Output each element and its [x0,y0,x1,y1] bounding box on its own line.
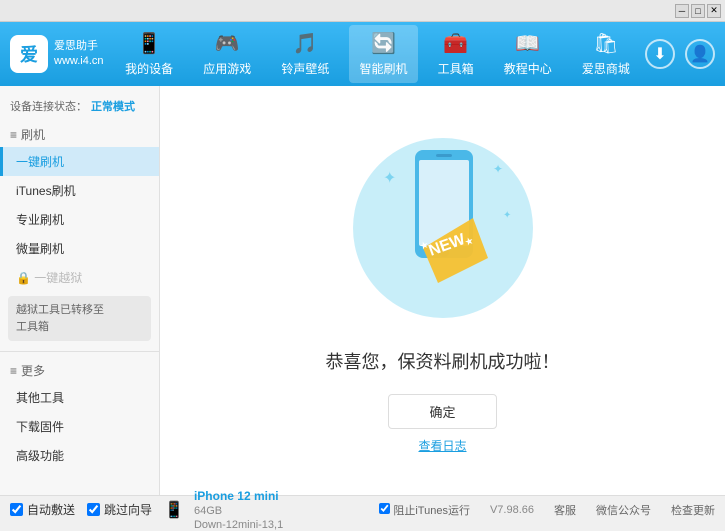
sparkle-left: ✦ [383,170,396,187]
device-details: iPhone 12 mini 64GB Down-12mini-13,1 [194,489,283,531]
version-text: V7.98.66 [490,504,534,516]
store-icon: 🛍 [593,31,618,56]
jailbreak-notice: 越狱工具已转移至工具箱 [8,296,151,341]
device-info: 📱 iPhone 12 mini 64GB Down-12mini-13,1 [164,489,283,531]
wechat-link[interactable]: 微信公众号 [596,502,651,518]
download-button[interactable]: ⬇ [645,39,675,69]
content-area: ✦ ✦ ✦ NEW ★ ★ 恭喜您，保资料刷机成功啦！ 确定 查看日志 [160,86,725,495]
logo-text: 爱思助手 www.i4.cn [54,39,104,70]
nav-my-device[interactable]: 📱 我的设备 [115,25,183,83]
support-link[interactable]: 客服 [554,502,576,518]
nav-ringtones[interactable]: 🎵 铃声壁纸 [271,25,339,83]
section-more: ≡ 更多 [0,358,159,383]
sidebar-item-pro-flash[interactable]: 专业刷机 [0,205,159,234]
auto-send-input[interactable] [10,503,23,516]
phone-small-icon: 📱 [164,500,184,520]
sidebar-item-other-tools[interactable]: 其他工具 [0,383,159,412]
ringtones-icon: 🎵 [293,31,318,56]
bottom-left: 自动敷送 跳过向导 📱 iPhone 12 mini 64GB Down-12m… [10,489,283,531]
auto-send-checkbox[interactable]: 自动敷送 [10,501,75,518]
sidebar-item-itunes-flash[interactable]: iTunes刷机 [0,176,159,205]
tools-icon: 🧰 [443,31,468,56]
nav-apps-games[interactable]: 🎮 应用游戏 [193,25,261,83]
phone-svg: ✦ ✦ ✦ NEW ★ ★ [343,128,543,328]
check-update-link[interactable]: 检查更新 [671,502,715,518]
sparkle-right: ✦ [493,162,503,176]
nav-bar: 📱 我的设备 🎮 应用游戏 🎵 铃声壁纸 🔄 智能刷机 🧰 工具箱 📖 教程中心… [110,25,645,83]
main-area: 设备连接状态： 正常模式 ≡ 刷机 一键刷机 iTunes刷机 专业刷机 微量刷… [0,86,725,495]
confirm-button[interactable]: 确定 [388,394,496,429]
nav-store[interactable]: 🛍 爱思商城 [572,25,640,83]
device-icon: 📱 [137,31,162,56]
phone-illustration: ✦ ✦ ✦ NEW ★ ★ [343,128,543,328]
nav-tutorials[interactable]: 📖 教程中心 [494,25,562,83]
via-wizard-checkbox[interactable]: 跳过向导 [87,501,152,518]
itunes-status: 阻止iTunes运行 [379,502,470,518]
lock-icon: 🔒 [16,271,31,285]
user-button[interactable]: 👤 [685,39,715,69]
sparkle-right2: ✦ [503,210,511,221]
sidebar-item-one-click-flash[interactable]: 一键刷机 [0,147,159,176]
header-right: ⬇ 👤 [645,39,715,69]
logo-icon: 爱 [10,35,48,73]
sidebar-item-download-firmware[interactable]: 下载固件 [0,412,159,441]
itunes-checkbox[interactable] [379,503,390,514]
tutorials-icon: 📖 [515,31,540,56]
sidebar-item-advanced[interactable]: 高级功能 [0,441,159,470]
sidebar-item-micro-flash[interactable]: 微量刷机 [0,234,159,263]
restart-link[interactable]: 查看日志 [418,437,466,454]
window-controls[interactable]: ─ □ ✕ [675,4,721,18]
header: 爱 爱思助手 www.i4.cn 📱 我的设备 🎮 应用游戏 🎵 铃声壁纸 🔄 … [0,22,725,86]
connection-status: 设备连接状态： 正常模式 [0,94,159,122]
bottom-right: 阻止iTunes运行 V7.98.66 客服 微信公众号 检查更新 [379,502,715,518]
via-wizard-input[interactable] [87,503,100,516]
sidebar-divider [0,351,159,352]
logo[interactable]: 爱 爱思助手 www.i4.cn [10,35,110,73]
success-message: 恭喜您，保资料刷机成功啦！ [326,348,560,374]
phone-speaker [436,154,452,157]
bottom-bar: 自动敷送 跳过向导 📱 iPhone 12 mini 64GB Down-12m… [0,495,725,523]
sidebar-item-jailbreak: 🔒 一键越狱 [0,263,159,292]
maximize-button[interactable]: □ [691,4,705,18]
nav-smart-flash[interactable]: 🔄 智能刷机 [349,25,417,83]
title-bar: ─ □ ✕ [0,0,725,22]
sidebar: 设备连接状态： 正常模式 ≡ 刷机 一键刷机 iTunes刷机 专业刷机 微量刷… [0,86,160,495]
section-flash-icon: ≡ [10,128,17,142]
nav-tools[interactable]: 🧰 工具箱 [428,25,484,83]
flash-icon: 🔄 [371,31,396,56]
section-flash: ≡ 刷机 [0,122,159,147]
apps-icon: 🎮 [215,31,240,56]
more-icon: ≡ [10,364,17,378]
close-button[interactable]: ✕ [707,4,721,18]
minimize-button[interactable]: ─ [675,4,689,18]
